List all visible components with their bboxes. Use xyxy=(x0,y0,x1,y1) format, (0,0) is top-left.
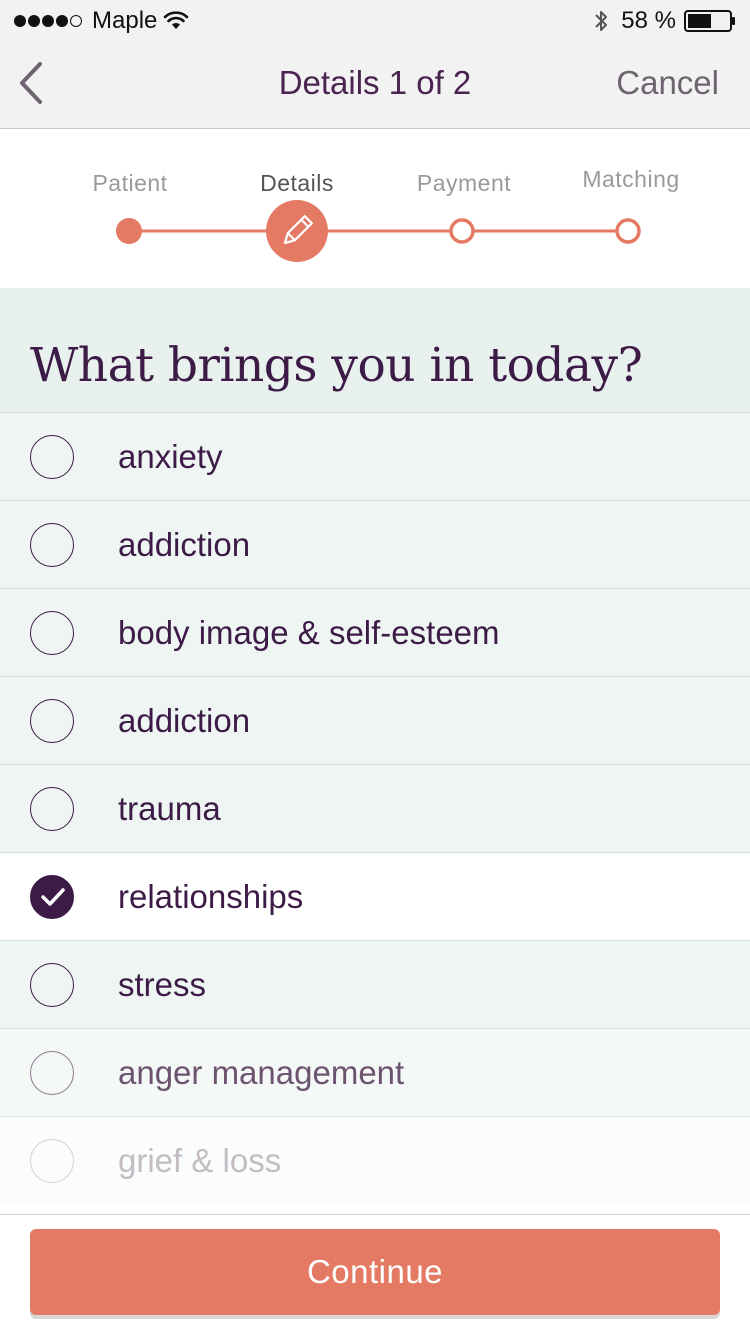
cancel-button[interactable]: Cancel xyxy=(616,64,719,102)
status-left: Maple xyxy=(14,7,189,35)
option-trauma[interactable]: trauma xyxy=(0,765,750,853)
continue-button[interactable]: Continue xyxy=(30,1229,720,1315)
step-dot-details xyxy=(266,200,328,262)
battery-percentage: 58 % xyxy=(621,7,676,34)
step-dot-matching xyxy=(615,218,641,244)
radio-button-checked[interactable] xyxy=(30,875,74,919)
question-title: What brings you in today? xyxy=(30,338,643,393)
option-relationships[interactable]: relationships xyxy=(0,853,750,941)
checkmark-icon xyxy=(41,888,65,906)
radio-button[interactable] xyxy=(30,787,74,831)
option-label: anger management xyxy=(118,1054,405,1091)
wifi-icon xyxy=(164,11,189,29)
option-stress[interactable]: stress xyxy=(0,941,750,1029)
carrier-name: Maple xyxy=(92,7,158,34)
question-header: What brings you in today? xyxy=(0,288,750,413)
options-list: anxiety addiction body image & self-este… xyxy=(0,413,750,1205)
radio-button[interactable] xyxy=(30,699,74,743)
status-bar: Maple 58 % xyxy=(0,0,750,40)
bluetooth-icon xyxy=(595,11,608,31)
option-anger-management[interactable]: anger management xyxy=(0,1029,750,1117)
radio-button[interactable] xyxy=(30,1139,74,1183)
radio-button[interactable] xyxy=(30,435,74,479)
battery-icon xyxy=(684,10,735,32)
progress-stepper: Patient Details Payment Matching xyxy=(0,129,750,288)
option-label: trauma xyxy=(118,790,221,827)
signal-strength-icon xyxy=(14,15,84,27)
option-label: addiction xyxy=(118,526,251,563)
option-label: grief & loss xyxy=(118,1142,282,1179)
radio-button[interactable] xyxy=(30,1051,74,1095)
stepper-track xyxy=(116,200,641,262)
footer: Continue xyxy=(0,1214,750,1334)
option-addiction-2[interactable]: addiction xyxy=(0,677,750,765)
option-label: stress xyxy=(118,966,207,1003)
radio-button[interactable] xyxy=(30,523,74,567)
step-dot-patient xyxy=(116,218,142,244)
nav-bar: Details 1 of 2 Cancel xyxy=(0,40,750,129)
option-anxiety[interactable]: anxiety xyxy=(0,413,750,501)
radio-button[interactable] xyxy=(30,963,74,1007)
option-label: addiction xyxy=(118,702,251,739)
option-label: relationships xyxy=(118,878,304,915)
status-right: 58 % xyxy=(593,7,736,35)
option-label: anxiety xyxy=(118,438,223,475)
step-dot-payment xyxy=(449,218,475,244)
option-grief-loss[interactable]: grief & loss xyxy=(0,1117,750,1205)
option-addiction[interactable]: addiction xyxy=(0,501,750,589)
option-body-image[interactable]: body image & self-esteem xyxy=(0,589,750,677)
radio-button[interactable] xyxy=(30,611,74,655)
option-label: body image & self-esteem xyxy=(118,614,500,651)
